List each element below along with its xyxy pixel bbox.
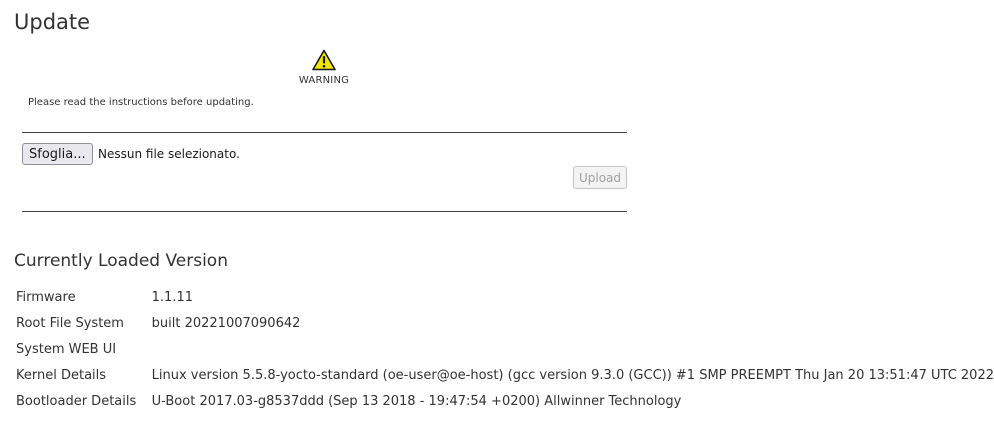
upload-button[interactable]: Upload (572, 166, 627, 189)
file-status-text: Nessun file selezionato. (98, 147, 240, 161)
browse-file-button[interactable]: Sfoglia... (22, 143, 93, 165)
version-value: 1.1.11 (151, 289, 193, 305)
page-title: Update (14, 10, 91, 34)
version-row-system-web-ui: System WEB UI (16, 336, 994, 362)
instructions-text: Please read the instructions before upda… (28, 97, 254, 108)
version-row-firmware: Firmware 1.1.11 (16, 284, 994, 310)
version-value: built 20221007090642 (151, 315, 301, 331)
version-label: Firmware (16, 289, 76, 305)
version-value (152, 336, 994, 362)
version-section-title: Currently Loaded Version (14, 251, 228, 271)
version-value: Linux version 5.5.8-yocto-standard (oe-u… (151, 367, 994, 383)
upload-form: Sfoglia... Nessun file selezionato. Uplo… (22, 132, 627, 212)
version-label: System WEB UI (16, 341, 117, 357)
warning-label: WARNING (298, 75, 350, 86)
version-row-bootloader-details: Bootloader Details U-Boot 2017.03-g8537d… (16, 388, 994, 414)
version-label: Bootloader Details (16, 393, 137, 409)
warning-triangle-icon (312, 49, 336, 71)
version-row-root-file-system: Root File System built 20221007090642 (16, 310, 994, 336)
version-value: U-Boot 2017.03-g8537ddd (Sep 13 2018 - 1… (151, 393, 682, 409)
version-label: Root File System (16, 315, 124, 331)
warning-block: WARNING (284, 49, 364, 86)
version-table: Firmware 1.1.11 Root File System built 2… (16, 284, 994, 414)
version-label: Kernel Details (16, 367, 107, 383)
version-row-kernel-details: Kernel Details Linux version 5.5.8-yocto… (16, 362, 994, 388)
